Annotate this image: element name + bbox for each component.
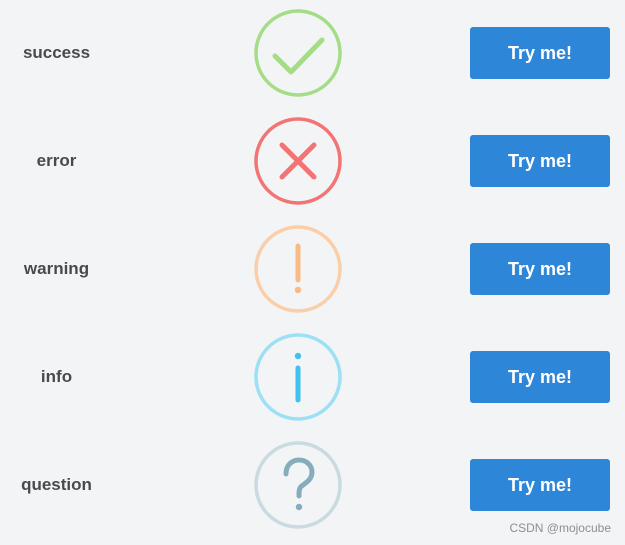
try-me-button-question[interactable]: Try me!	[470, 459, 610, 511]
alert-label-warning: warning	[23, 259, 90, 278]
check-icon	[253, 8, 343, 98]
alert-row-info: info Try me!	[0, 332, 625, 422]
x-mark-icon	[253, 116, 343, 206]
alert-label-question: question	[21, 475, 92, 494]
info-icon	[253, 332, 343, 422]
try-me-button-warning[interactable]: Try me!	[470, 243, 610, 295]
alert-row-success: success Try me!	[0, 8, 625, 98]
alert-type-list: success Try me! error Try me! warning Tr…	[0, 0, 625, 545]
try-me-button-error[interactable]: Try me!	[470, 135, 610, 187]
alert-label-error: error	[36, 151, 77, 170]
question-icon	[253, 440, 343, 530]
alert-row-error: error Try me!	[0, 116, 625, 206]
alert-label-info: info	[40, 367, 73, 386]
try-me-button-success[interactable]: Try me!	[470, 27, 610, 79]
watermark-text: CSDN @mojocube	[509, 521, 611, 535]
alert-row-warning: warning Try me!	[0, 224, 625, 314]
alert-row-question: question Try me!	[0, 440, 625, 530]
alert-label-success: success	[22, 43, 91, 62]
try-me-button-info[interactable]: Try me!	[470, 351, 610, 403]
exclamation-icon	[253, 224, 343, 314]
